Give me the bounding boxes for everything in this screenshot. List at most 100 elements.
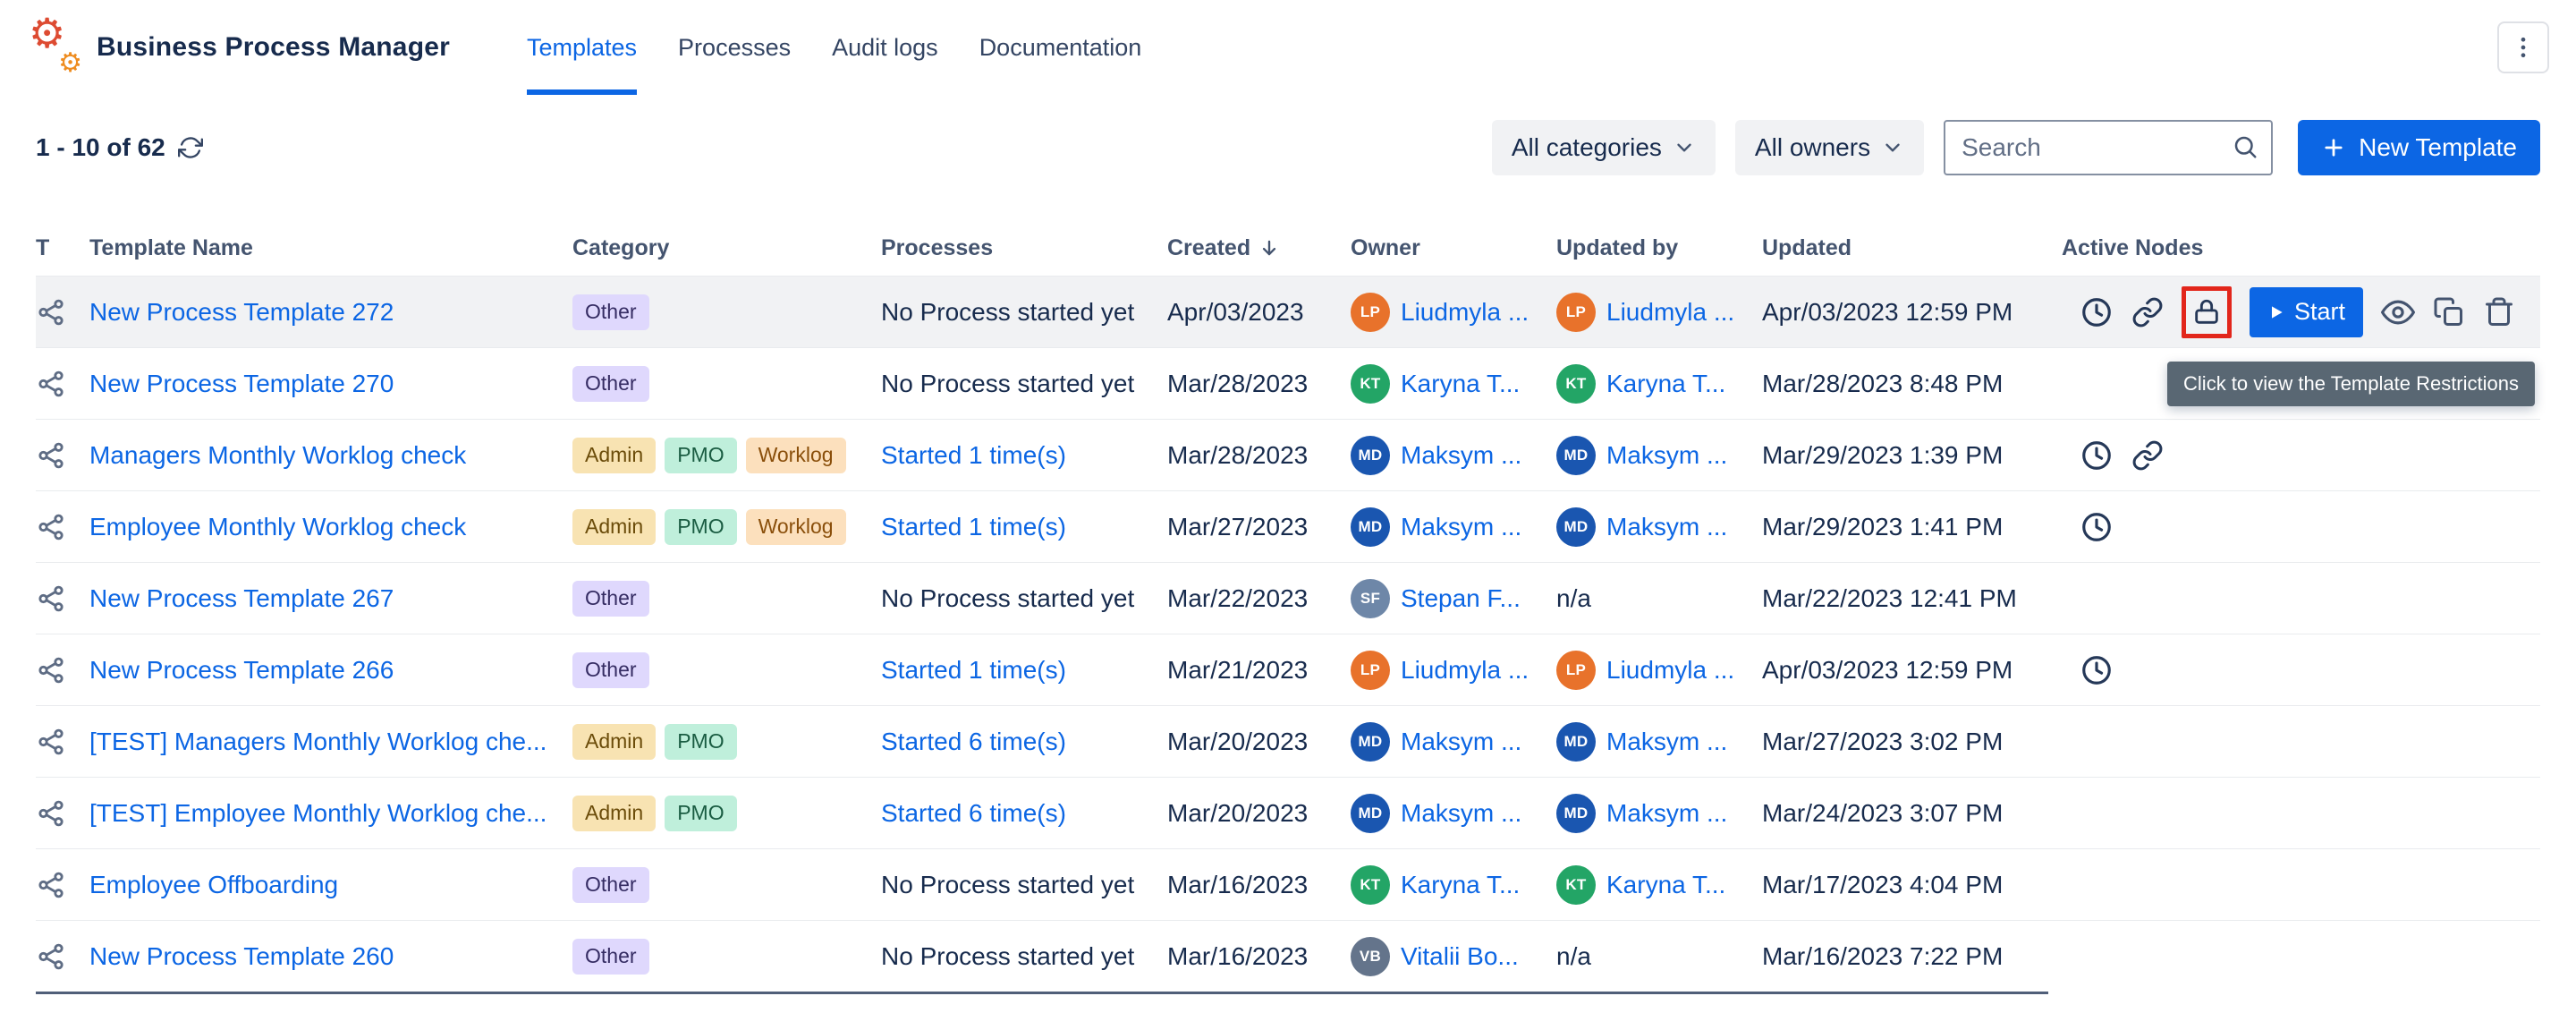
user-link[interactable]: Karyna T... — [1401, 871, 1520, 899]
template-name-link[interactable]: [TEST] Managers Monthly Worklog che... — [89, 728, 547, 756]
active-node-clock-icon[interactable] — [2080, 438, 2114, 472]
user-link[interactable]: Maksym ... — [1401, 441, 1521, 470]
template-name-cell: [TEST] Employee Monthly Worklog che... — [89, 799, 572, 828]
column-header-processes[interactable]: Processes — [881, 235, 1167, 261]
owner-cell: SFStepan F... — [1351, 579, 1556, 618]
template-type-workflow-icon — [36, 512, 89, 542]
template-restrictions-lock-icon[interactable] — [2182, 286, 2232, 338]
updated-cell: Mar/24/2023 3:07 PM — [1762, 799, 2062, 828]
processes-link[interactable]: Started 6 time(s) — [881, 799, 1066, 828]
user-link[interactable]: Maksym ... — [1606, 799, 1727, 828]
template-type-workflow-icon — [36, 297, 89, 328]
more-menu-button[interactable] — [2497, 21, 2549, 73]
user-link[interactable]: Liudmyla ... — [1401, 656, 1529, 685]
processes-link[interactable]: Started 1 time(s) — [881, 441, 1066, 470]
template-type-workflow-icon — [36, 941, 89, 972]
categories-filter-dropdown[interactable]: All categories — [1492, 120, 1716, 175]
template-type-workflow-icon — [36, 798, 89, 829]
active-node-clock-icon[interactable] — [2080, 510, 2114, 544]
category-badge: Other — [572, 867, 649, 903]
user-link[interactable]: Vitalii Bo... — [1401, 942, 1519, 971]
template-name-cell: New Process Template 260 — [89, 942, 572, 971]
processes-cell: Started 1 time(s) — [881, 656, 1167, 685]
user-link[interactable]: Maksym ... — [1606, 441, 1727, 470]
user-link[interactable]: Maksym ... — [1401, 728, 1521, 756]
tab-processes[interactable]: Processes — [678, 0, 791, 95]
new-template-button[interactable]: New Template — [2298, 120, 2540, 175]
template-name-link[interactable]: Managers Monthly Worklog check — [89, 441, 466, 470]
user-link[interactable]: Liudmyla ... — [1606, 298, 1734, 327]
column-header-owner[interactable]: Owner — [1351, 235, 1556, 261]
avatar: MD — [1556, 722, 1596, 762]
template-name-link[interactable]: Employee Offboarding — [89, 871, 338, 899]
template-name-link[interactable]: New Process Template 260 — [89, 942, 394, 971]
active-node-clock-icon[interactable] — [2080, 295, 2114, 329]
primary-nav: Templates Processes Audit logs Documenta… — [527, 0, 1141, 95]
active-node-link-icon[interactable] — [2131, 439, 2164, 472]
column-header-updated-by[interactable]: Updated by — [1556, 235, 1762, 261]
updated-by-cell: MD Maksym ... — [1556, 436, 1762, 475]
updated-by-cell: LPLiudmyla ... — [1556, 651, 1762, 690]
column-header-category[interactable]: Category — [572, 235, 881, 261]
refresh-button[interactable] — [178, 135, 203, 160]
copy-template-icon[interactable] — [2433, 296, 2465, 328]
template-type-workflow-icon — [36, 440, 89, 471]
start-button[interactable]: Start — [2250, 287, 2363, 337]
templates-table: T Template Name Category Processes Creat… — [0, 220, 2576, 994]
column-header-type[interactable]: T — [36, 235, 89, 261]
owner-cell: LPLiudmyla ... — [1351, 293, 1556, 332]
tab-documentation[interactable]: Documentation — [979, 0, 1142, 95]
template-name-link[interactable]: New Process Template 266 — [89, 656, 394, 685]
template-name-link[interactable]: New Process Template 270 — [89, 370, 394, 398]
active-nodes-cell — [2062, 510, 2540, 544]
column-header-updated[interactable]: Updated — [1762, 235, 2062, 261]
category-cell: Other — [572, 652, 881, 688]
processes-link[interactable]: Started 1 time(s) — [881, 513, 1066, 541]
processes-text: No Process started yet — [881, 942, 1134, 971]
owners-filter-dropdown[interactable]: All owners — [1735, 120, 1924, 175]
category-cell: Other — [572, 867, 881, 903]
template-name-link[interactable]: New Process Template 272 — [89, 298, 394, 327]
category-badge: Other — [572, 652, 649, 688]
user-link[interactable]: Maksym ... — [1401, 799, 1521, 828]
column-header-active-nodes[interactable]: Active Nodes — [2062, 235, 2540, 261]
app-header: ⚙ ⚙ Business Process Manager Templates P… — [0, 0, 2576, 95]
table-header: T Template Name Category Processes Creat… — [36, 220, 2540, 276]
user-link[interactable]: Maksym ... — [1401, 513, 1521, 541]
tab-templates[interactable]: Templates — [527, 0, 637, 95]
template-name-link[interactable]: Employee Monthly Worklog check — [89, 513, 466, 541]
updated-by-cell: KTKaryna T... — [1556, 364, 1762, 404]
view-template-eye-icon[interactable] — [2381, 295, 2415, 329]
play-icon — [2267, 303, 2285, 321]
user-link[interactable]: Karyna T... — [1606, 871, 1725, 899]
table-row: New Process Template 260OtherNo Process … — [36, 920, 2540, 992]
user-link[interactable]: Karyna T... — [1606, 370, 1725, 398]
user-link[interactable]: Liudmyla ... — [1401, 298, 1529, 327]
processes-text: No Process started yet — [881, 370, 1134, 398]
column-header-created[interactable]: Created — [1167, 235, 1351, 261]
owner-cell: MDMaksym ... — [1351, 507, 1556, 547]
processes-cell: No Process started yet — [881, 298, 1167, 327]
toolbar: 1 - 10 of 62 All categories All owners N… — [0, 120, 2576, 175]
tab-audit-logs[interactable]: Audit logs — [832, 0, 938, 95]
category-badge: Other — [572, 581, 649, 617]
owner-cell: MDMaksym ... — [1351, 436, 1556, 475]
processes-link[interactable]: Started 1 time(s) — [881, 656, 1066, 685]
search-input[interactable] — [1944, 120, 2273, 175]
template-name-link[interactable]: [TEST] Employee Monthly Worklog che... — [89, 799, 547, 828]
search-icon — [2232, 133, 2258, 165]
active-node-link-icon[interactable] — [2131, 296, 2164, 328]
user-link[interactable]: Maksym ... — [1606, 728, 1727, 756]
user-link[interactable]: Liudmyla ... — [1606, 656, 1734, 685]
user-link[interactable]: Maksym ... — [1606, 513, 1727, 541]
category-cell: AdminPMOWorklog — [572, 509, 881, 545]
user-link[interactable]: Stepan F... — [1401, 584, 1521, 613]
template-name-link[interactable]: New Process Template 267 — [89, 584, 394, 613]
avatar: MD — [1556, 436, 1596, 475]
column-header-template-name[interactable]: Template Name — [89, 235, 572, 261]
processes-link[interactable]: Started 6 time(s) — [881, 728, 1066, 756]
updated-by-cell: n/a — [1556, 942, 1762, 971]
active-node-clock-icon[interactable] — [2080, 653, 2114, 687]
user-link[interactable]: Karyna T... — [1401, 370, 1520, 398]
delete-template-trash-icon[interactable] — [2483, 296, 2515, 328]
